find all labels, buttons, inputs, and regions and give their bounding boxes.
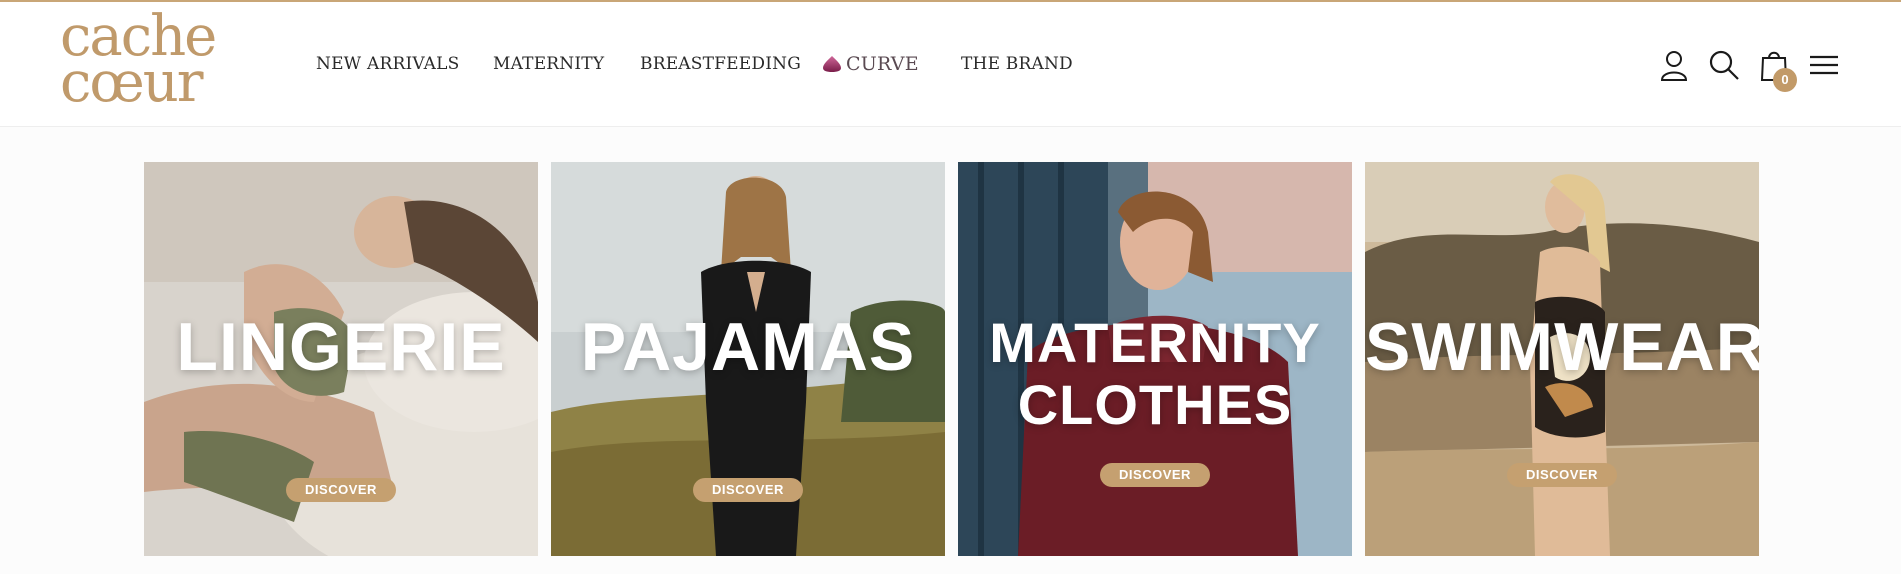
cart-count-badge: 0 bbox=[1773, 68, 1797, 92]
category-title: PAJAMAS bbox=[580, 309, 916, 385]
discover-button[interactable]: DISCOVER bbox=[286, 478, 396, 502]
nav-breastfeeding[interactable]: BREASTFEEDING bbox=[640, 52, 801, 76]
discover-button[interactable]: DISCOVER bbox=[1100, 463, 1210, 487]
shopping-bag-icon[interactable]: 0 bbox=[1757, 48, 1797, 92]
category-title: LINGERIE bbox=[176, 309, 506, 385]
logo-line-2: cœur bbox=[60, 50, 204, 115]
category-title-line-2: CLOTHES bbox=[1017, 373, 1293, 436]
category-grid: LINGERIE DISCOVER PAJAMAS DISCOVER MATER… bbox=[144, 162, 1759, 556]
category-card-lingerie[interactable]: LINGERIE DISCOVER bbox=[144, 162, 538, 556]
category-title-line-1: MATERNITY bbox=[989, 311, 1321, 374]
discover-button[interactable]: DISCOVER bbox=[693, 478, 803, 502]
nav-new-arrivals[interactable]: NEW ARRIVALS bbox=[316, 52, 460, 76]
nav-maternity[interactable]: MATERNITY bbox=[493, 52, 604, 76]
brand-logo[interactable]: cache cœur bbox=[60, 9, 220, 115]
search-icon[interactable] bbox=[1707, 48, 1741, 82]
discover-button[interactable]: DISCOVER bbox=[1507, 463, 1617, 487]
nav-the-brand[interactable]: THE BRAND bbox=[961, 52, 1073, 76]
header-icons: 0 bbox=[1641, 48, 1841, 92]
nav-curve[interactable]: CURVE bbox=[822, 52, 919, 76]
category-card-maternity-clothes[interactable]: MATERNITY CLOTHES DISCOVER bbox=[958, 162, 1352, 556]
site-header: cache cœur NEW ARRIVALS MATERNITY BREAST… bbox=[0, 2, 1901, 127]
category-card-pajamas[interactable]: PAJAMAS DISCOVER bbox=[551, 162, 945, 556]
nav-curve-label: CURVE bbox=[846, 53, 919, 75]
category-card-swimwear[interactable]: SWIMWEAR DISCOVER bbox=[1365, 162, 1759, 556]
hamburger-menu-icon[interactable] bbox=[1807, 48, 1841, 82]
user-icon[interactable] bbox=[1657, 48, 1691, 82]
category-title: MATERNITY CLOTHES bbox=[958, 312, 1352, 436]
curve-drop-icon bbox=[823, 56, 841, 72]
category-title: SWIMWEAR bbox=[1365, 309, 1759, 385]
